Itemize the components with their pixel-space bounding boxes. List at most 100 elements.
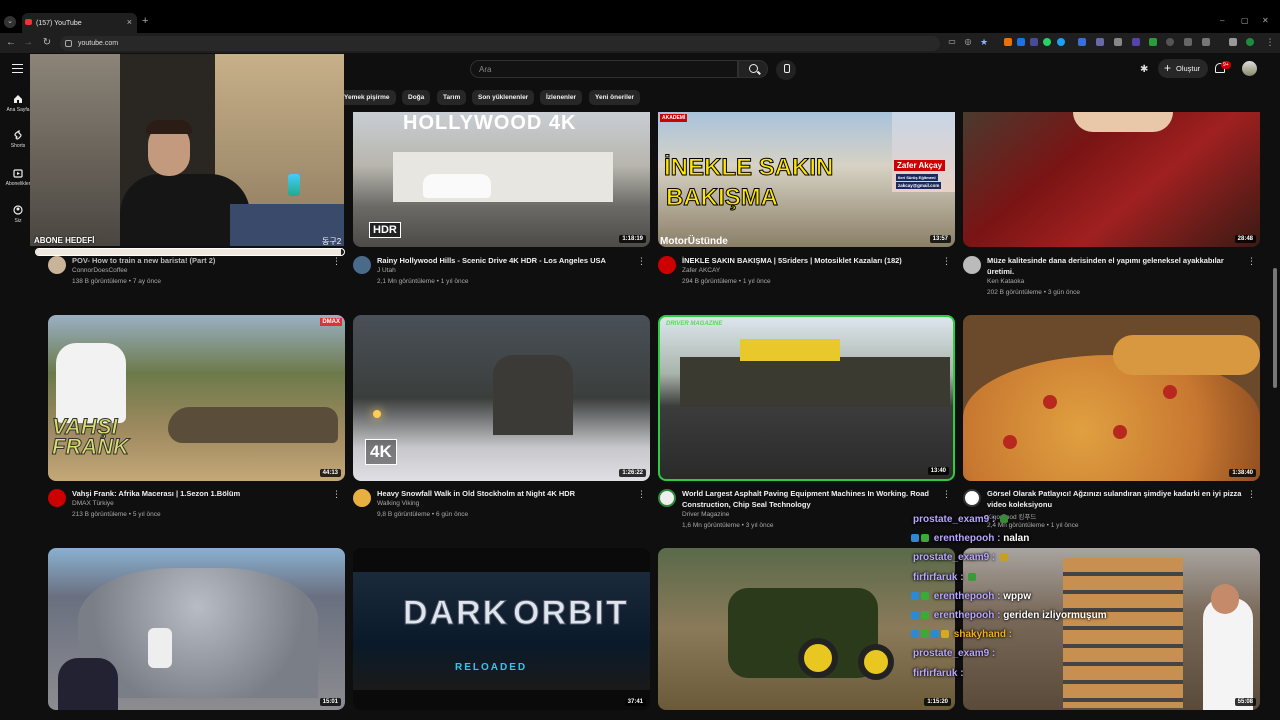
sidebar-item-label: Abonelikler xyxy=(5,181,31,187)
browser-menu-icon[interactable]: ⋮ xyxy=(1264,37,1276,48)
video-title[interactable]: POV- How to train a new barista! (Part 2… xyxy=(72,256,327,267)
chat-message: prostate_exam9 : xyxy=(913,648,995,659)
channel-avatar[interactable] xyxy=(963,489,981,507)
window-minimize-button[interactable]: – xyxy=(1220,16,1224,25)
voice-search-mic-icon[interactable] xyxy=(776,60,796,80)
browser-tab-youtube[interactable]: (157) YouTube × xyxy=(22,13,137,33)
channel-avatar[interactable] xyxy=(353,489,371,507)
channel-name[interactable]: ConnorDoesCoffee xyxy=(72,267,128,274)
video-duration: 44:13 xyxy=(319,469,341,477)
video-title[interactable]: Rainy Hollywood Hills - Scenic Drive 4K … xyxy=(377,256,632,267)
extension-icon[interactable] xyxy=(1057,38,1065,46)
window-maximize-button[interactable]: ▢ xyxy=(1241,16,1249,25)
filter-chip[interactable]: Yeni öneriler xyxy=(589,90,641,105)
reload-icon[interactable]: ↻ xyxy=(41,37,53,48)
extension-icon[interactable] xyxy=(1166,38,1174,46)
menu-hamburger-icon[interactable] xyxy=(12,64,23,73)
extensions-puzzle-icon[interactable] xyxy=(1202,38,1210,46)
channel-name[interactable]: J Utah xyxy=(377,267,396,274)
cast-page-icon[interactable]: ▭ xyxy=(946,37,958,46)
more-options-icon[interactable]: ⋮ xyxy=(332,256,341,267)
video-title[interactable]: Vahşi Frank: Afrika Macerası | 1.Sezon 1… xyxy=(72,489,327,500)
eye-off-icon[interactable]: ◎ xyxy=(962,37,974,46)
more-options-icon[interactable]: ⋮ xyxy=(942,489,951,500)
extension-icon[interactable] xyxy=(1078,38,1086,46)
extension-icon[interactable] xyxy=(1229,38,1237,46)
video-thumbnail[interactable]: 4K 1:26:22 xyxy=(353,315,650,481)
window-close-button[interactable]: ✕ xyxy=(1262,16,1269,25)
video-thumbnail[interactable]: DARK ORBIT RELOADED 37:41 xyxy=(353,548,650,710)
more-options-icon[interactable]: ⋮ xyxy=(942,256,951,267)
video-stats: 2,1 Mn görüntüleme • 1 yıl önce xyxy=(377,278,469,285)
channel-avatar[interactable] xyxy=(963,256,981,274)
thumbnail-name-tag: Zafer Akçay xyxy=(894,160,946,171)
filter-chip[interactable]: Doğa xyxy=(402,90,431,105)
extension-icon[interactable] xyxy=(1030,38,1038,46)
bookmark-star-icon[interactable]: ★ xyxy=(978,37,990,48)
extension-icon[interactable] xyxy=(1114,38,1122,46)
chat-username: prostate_exam9 : xyxy=(913,648,996,659)
chat-badge-icon xyxy=(931,630,939,639)
forward-arrow-icon[interactable]: → xyxy=(22,37,34,48)
chat-badge-icon xyxy=(911,630,919,639)
back-arrow-icon[interactable]: ← xyxy=(5,37,17,48)
filter-chip[interactable]: Yemek pişirme xyxy=(338,90,396,105)
video-thumbnail[interactable]: HOLLYWOOD 4K HDR 1:18:19 xyxy=(353,112,650,247)
video-title[interactable]: World Largest Asphalt Paving Equipment M… xyxy=(682,489,937,510)
search-input[interactable]: Ara xyxy=(470,60,738,78)
page-scrollbar[interactable] xyxy=(1273,268,1277,388)
extension-icon[interactable] xyxy=(1096,38,1104,46)
extension-icon[interactable] xyxy=(1184,38,1192,46)
video-title[interactable]: İNEKLE SAKIN BAKIŞMA | 5Sriders | Motosi… xyxy=(682,256,937,267)
account-avatar[interactable] xyxy=(1242,61,1257,76)
video-duration: 1:26:22 xyxy=(619,469,646,477)
more-options-icon[interactable]: ⋮ xyxy=(637,256,646,267)
channel-avatar[interactable] xyxy=(48,256,66,274)
chat-username: erenthepooh : xyxy=(933,591,1001,602)
channel-name[interactable]: Zafer AKCAY xyxy=(682,267,720,274)
channel-avatar[interactable] xyxy=(658,256,676,274)
search-button[interactable] xyxy=(738,60,768,78)
channel-avatar[interactable] xyxy=(353,256,371,274)
address-bar[interactable]: youtube.com xyxy=(60,36,940,51)
sidebar-item-label: Ana Sayfa xyxy=(6,107,30,113)
video-thumbnail[interactable]: 28:48 xyxy=(963,112,1260,247)
video-thumbnail[interactable]: VAHŞI FRANK DMAX 44:13 xyxy=(48,315,345,481)
more-options-icon[interactable]: ⋮ xyxy=(1247,256,1256,267)
new-tab-button[interactable]: + xyxy=(142,15,148,27)
filter-chip[interactable]: Tarım xyxy=(437,90,467,105)
extension-icon[interactable] xyxy=(1132,38,1140,46)
more-options-icon[interactable]: ⋮ xyxy=(1247,489,1256,500)
chat-username: erenthepooh : xyxy=(933,533,1001,544)
video-title[interactable]: Müze kalitesinde dana derisinden el yapı… xyxy=(987,256,1242,277)
thumbnail-title-text: İNEKLE SAKIN xyxy=(663,154,834,182)
extension-icon[interactable] xyxy=(1149,38,1157,46)
extension-icon[interactable] xyxy=(1017,38,1025,46)
video-thumbnail[interactable]: 15:01 xyxy=(48,548,345,710)
extension-icon[interactable] xyxy=(1004,38,1012,46)
channel-avatar[interactable] xyxy=(658,489,676,507)
chat-username: firfirfaruk : xyxy=(913,572,964,583)
filter-chip[interactable]: Son yüklenenler xyxy=(472,90,535,105)
more-options-icon[interactable]: ⋮ xyxy=(332,489,341,500)
whatsapp-extension-icon[interactable] xyxy=(1043,38,1051,46)
tab-close-icon[interactable]: × xyxy=(127,17,132,27)
create-button[interactable]: + Oluştur xyxy=(1158,59,1208,78)
video-thumbnail[interactable]: DRIVER MAGAZINE 13:40 xyxy=(658,315,955,481)
site-info-icon[interactable] xyxy=(65,40,72,47)
more-options-icon[interactable]: ⋮ xyxy=(637,489,646,500)
tab-search-button[interactable]: ⌄ xyxy=(4,16,16,28)
channel-name[interactable]: Walking Viking xyxy=(377,500,419,507)
channel-name[interactable]: Ken Kataoka xyxy=(987,278,1024,285)
cast-icon[interactable]: ✱ xyxy=(1140,64,1148,75)
notification-count-badge: 9+ xyxy=(1221,61,1231,69)
filter-chip[interactable]: İzlenenler xyxy=(540,90,582,105)
profile-icon[interactable] xyxy=(1246,38,1254,46)
video-title[interactable]: Görsel Olarak Patlayıcı! Ağzınızı suland… xyxy=(987,489,1242,510)
channel-name[interactable]: DMAX Türkiye xyxy=(72,500,114,507)
channel-name[interactable]: Driver Magazine xyxy=(682,511,729,518)
video-thumbnail[interactable]: 1:38:40 xyxy=(963,315,1260,481)
video-title[interactable]: Heavy Snowfall Walk in Old Stockholm at … xyxy=(377,489,632,500)
channel-avatar[interactable] xyxy=(48,489,66,507)
video-thumbnail[interactable]: AKADEMİ İNEKLE SAKIN BAKIŞMA Zafer Akçay… xyxy=(658,112,955,247)
